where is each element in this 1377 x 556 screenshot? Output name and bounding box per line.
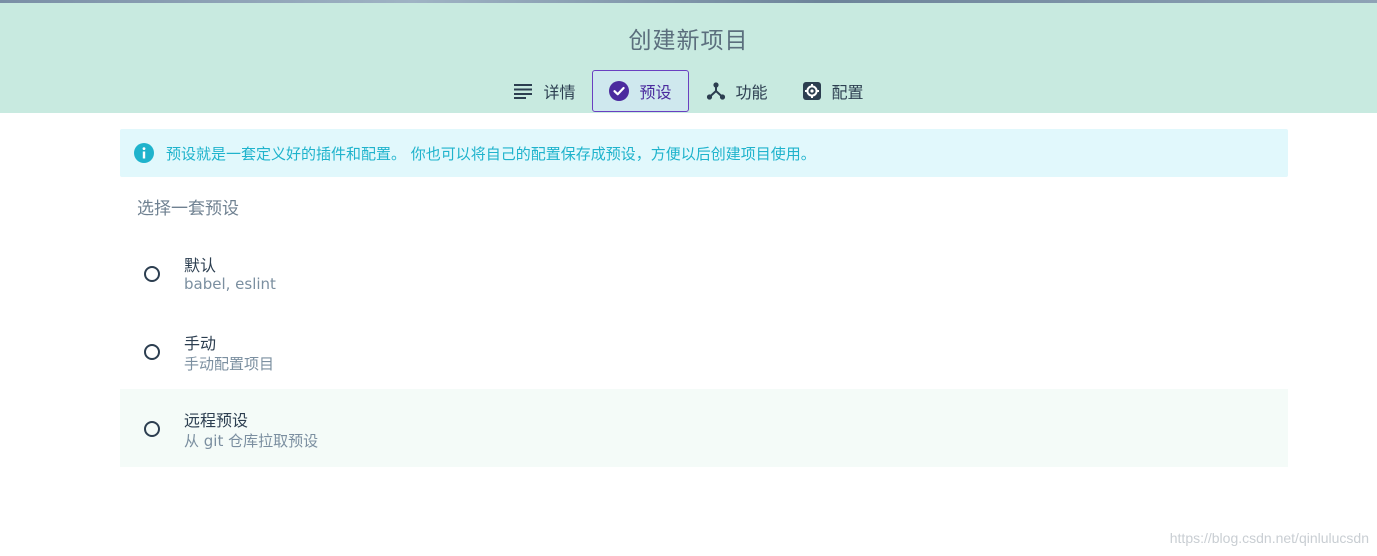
tab-details-label: 详情 bbox=[543, 83, 576, 102]
check-circle-icon bbox=[609, 81, 630, 101]
list-icon bbox=[513, 81, 533, 101]
preset-description: 从 git 仓库拉取预设 bbox=[184, 432, 319, 450]
fork-icon bbox=[706, 81, 726, 101]
tab-details[interactable]: 详情 bbox=[496, 70, 592, 112]
step-tabs: 详情 预设 功能 配置 bbox=[0, 69, 1377, 113]
page-header: 创建新项目 详情 预设 功能 配置 bbox=[0, 3, 1377, 113]
preset-description: babel, eslint bbox=[184, 275, 276, 293]
preset-section-title: 选择一套预设 bbox=[137, 199, 239, 219]
preset-name: 远程预设 bbox=[184, 411, 249, 430]
preset-list: 默认 babel, eslint 手动 手动配置项目 远程预设 从 git 仓库… bbox=[120, 234, 1288, 467]
preset-option-default[interactable]: 默认 babel, eslint bbox=[120, 234, 1288, 312]
tab-features-label: 功能 bbox=[735, 83, 768, 102]
radio-button[interactable] bbox=[144, 343, 160, 360]
page-title: 创建新项目 bbox=[628, 28, 749, 54]
preset-description: 手动配置项目 bbox=[184, 354, 275, 373]
tab-features[interactable]: 功能 bbox=[689, 70, 785, 112]
tab-config-label: 配置 bbox=[831, 83, 864, 102]
preset-name: 手动 bbox=[184, 333, 217, 353]
radio-button[interactable] bbox=[144, 266, 160, 282]
watermark: https://blog.csdn.net/qinlulucsdn bbox=[1169, 530, 1369, 546]
info-icon bbox=[134, 143, 154, 163]
preset-option-manual[interactable]: 手动 手动配置项目 bbox=[120, 312, 1288, 390]
info-text: 预设就是一套定义好的插件和配置。 你也可以将自己的配置保存成预设，方便以后创建项… bbox=[166, 144, 816, 163]
preset-name: 默认 bbox=[184, 256, 217, 275]
tab-presets[interactable]: 预设 bbox=[592, 70, 689, 112]
info-banner: 预设就是一套定义好的插件和配置。 你也可以将自己的配置保存成预设，方便以后创建项… bbox=[120, 129, 1288, 177]
gear-icon bbox=[802, 81, 822, 101]
tab-config[interactable]: 配置 bbox=[785, 70, 881, 112]
radio-button[interactable] bbox=[144, 421, 160, 437]
preset-option-remote[interactable]: 远程预设 从 git 仓库拉取预设 bbox=[120, 389, 1288, 467]
tab-presets-label: 预设 bbox=[639, 83, 672, 102]
